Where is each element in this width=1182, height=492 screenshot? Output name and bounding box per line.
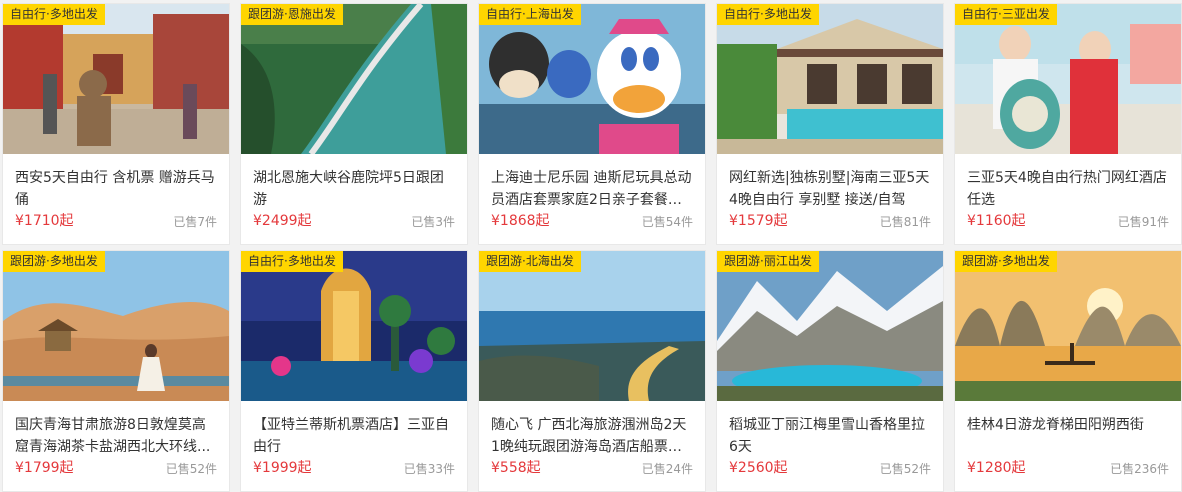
product-price: ¥1999起 [253,460,312,476]
product-card[interactable]: 跟团游·多地出发 桂林4日游龙脊梯田阳朔西街 ¥1280起 已售236件 [954,250,1182,492]
product-image[interactable] [3,251,229,401]
product-title[interactable]: 随心飞 广西北海旅游涠洲岛2天1晚纯玩跟团游海岛酒店船票二... [491,414,695,458]
sold-count: 已售81件 [879,215,931,229]
product-tag: 跟团游·多地出发 [3,251,105,272]
product-title[interactable]: 三亚5天4晚自由行热门网红酒店任选 [967,167,1171,211]
product-price: ¥2560起 [729,460,788,476]
product-tag: 跟团游·多地出发 [955,251,1057,272]
product-price: ¥2499起 [253,213,312,229]
product-image[interactable] [955,4,1181,154]
product-card[interactable]: 跟团游·多地出发 国庆青海甘肃旅游8日敦煌莫高窟青海湖茶卡盐湖西北大环线... … [2,250,230,492]
product-image[interactable] [479,251,705,401]
product-card[interactable]: 跟团游·北海出发 随心飞 广西北海旅游涠洲岛2天1晚纯玩跟团游海岛酒店船票二..… [478,250,706,492]
product-image[interactable] [955,251,1181,401]
product-image[interactable] [717,4,943,154]
product-price: ¥1280起 [967,460,1026,476]
product-title[interactable]: 稻城亚丁丽江梅里雪山香格里拉6天 [729,414,933,458]
sold-count: 已售7件 [173,215,217,229]
product-card[interactable]: 跟团游·丽江出发 稻城亚丁丽江梅里雪山香格里拉6天 ¥2560起 已售52件 [716,250,944,492]
product-image[interactable] [241,4,467,154]
product-tag: 跟团游·丽江出发 [717,251,819,272]
sold-count: 已售91件 [1117,215,1169,229]
product-title[interactable]: 上海迪士尼乐园 迪斯尼玩具总动员酒店套票家庭2日亲子套餐合... [491,167,695,211]
product-title[interactable]: 国庆青海甘肃旅游8日敦煌莫高窟青海湖茶卡盐湖西北大环线... [15,414,219,458]
sold-count: 已售33件 [403,462,455,476]
product-tag: 跟团游·恩施出发 [241,4,343,25]
product-price: ¥1799起 [15,460,74,476]
product-tag: 自由行·三亚出发 [955,4,1057,25]
product-tag: 自由行·多地出发 [3,4,105,25]
product-title[interactable]: 桂林4日游龙脊梯田阳朔西街 [967,414,1171,458]
product-tag: 自由行·多地出发 [241,251,343,272]
product-image[interactable] [241,251,467,401]
sold-count: 已售54件 [641,215,693,229]
product-card[interactable]: 自由行·多地出发 西安5天自由行 含机票 赠游兵马俑 ¥1710起 已售7件 [2,3,230,245]
product-card[interactable]: 自由行·多地出发 【亚特兰蒂斯机票酒店】三亚自由行 ¥1999起 已售33件 [240,250,468,492]
sold-count: 已售52件 [879,462,931,476]
product-title[interactable]: 西安5天自由行 含机票 赠游兵马俑 [15,167,219,211]
product-tag: 跟团游·北海出发 [479,251,581,272]
sold-count: 已售236件 [1110,462,1169,476]
product-card[interactable]: 自由行·多地出发 网红新选|独栋别墅|海南三亚5天4晚自由行 享别墅 接送/自驾… [716,3,944,245]
product-title[interactable]: 【亚特兰蒂斯机票酒店】三亚自由行 [253,414,457,458]
sold-count: 已售24件 [641,462,693,476]
product-price: ¥1710起 [15,213,74,229]
product-price: ¥558起 [491,460,541,476]
product-card[interactable]: 自由行·上海出发 上海迪士尼乐园 迪斯尼玩具总动员酒店套票家庭2日亲子套餐合..… [478,3,706,245]
product-price: ¥1160起 [967,213,1026,229]
product-tag: 自由行·上海出发 [479,4,581,25]
product-card[interactable]: 自由行·三亚出发 三亚5天4晚自由行热门网红酒店任选 ¥1160起 已售91件 [954,3,1182,245]
sold-count: 已售52件 [165,462,217,476]
product-image[interactable] [479,4,705,154]
product-price: ¥1579起 [729,213,788,229]
product-card[interactable]: 跟团游·恩施出发 湖北恩施大峡谷鹿院坪5日跟团游 ¥2499起 已售3件 [240,3,468,245]
product-tag: 自由行·多地出发 [717,4,819,25]
product-title[interactable]: 湖北恩施大峡谷鹿院坪5日跟团游 [253,167,457,211]
product-title[interactable]: 网红新选|独栋别墅|海南三亚5天4晚自由行 享别墅 接送/自驾 [729,167,933,211]
product-image[interactable] [3,4,229,154]
product-image[interactable] [717,251,943,401]
product-grid: 自由行·多地出发 西安5天自由行 含机票 赠游兵马俑 ¥1710起 已售7件 跟… [0,0,1182,492]
sold-count: 已售3件 [411,215,455,229]
product-price: ¥1868起 [491,213,550,229]
